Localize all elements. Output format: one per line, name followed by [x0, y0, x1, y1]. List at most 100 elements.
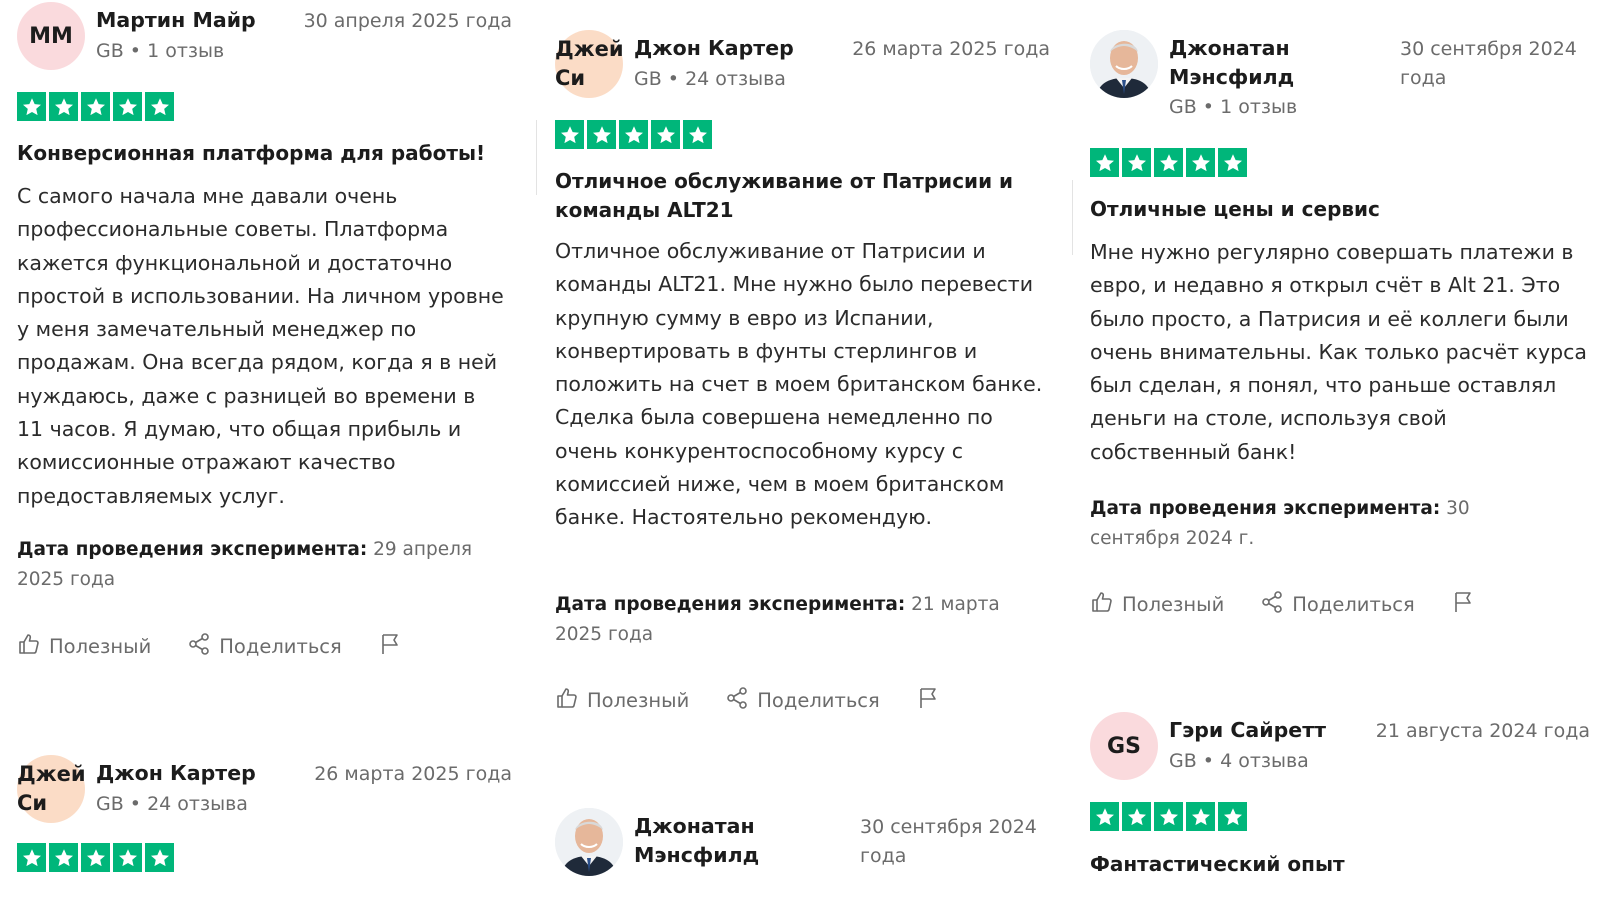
avatar-photo: [1090, 30, 1158, 98]
star-rating: [555, 120, 712, 149]
star-icon: [1090, 802, 1119, 831]
review-actions: Полезный Поделиться: [555, 686, 940, 715]
star-icon: [1090, 148, 1119, 177]
experience-date: Дата проведения эксперимента: 29 апреля …: [17, 535, 487, 595]
star-icon: [1186, 802, 1215, 831]
helpful-button[interactable]: Полезный: [555, 686, 689, 715]
share-button[interactable]: Поделиться: [187, 632, 342, 661]
reviewer-name[interactable]: Джонатан Мэнсфилд: [1169, 34, 1349, 92]
thumbs-up-icon: [17, 632, 41, 661]
review-title[interactable]: Отличные цены и сервис: [1090, 195, 1380, 224]
experience-date-label: Дата проведения эксперимента:: [17, 539, 368, 560]
experience-date: Дата проведения эксперимента: 21 марта 2…: [555, 590, 1045, 650]
column-divider: [1072, 180, 1073, 255]
thumbs-up-icon: [555, 686, 579, 715]
star-icon: [17, 843, 46, 872]
share-button[interactable]: Поделиться: [725, 686, 880, 715]
avatar[interactable]: GS: [1090, 712, 1158, 780]
star-icon: [1122, 148, 1151, 177]
review-date: 30 апреля 2025 года: [303, 10, 512, 32]
reviewer-meta: GB • 4 отзыва: [1169, 750, 1309, 772]
reviewer-meta: GB • 1 отзыв: [96, 40, 225, 62]
review-count: 24 отзыва: [685, 68, 786, 90]
star-rating: [1090, 148, 1247, 177]
star-icon: [683, 120, 712, 149]
review-count: 1 отзыв: [147, 40, 225, 62]
share-icon: [187, 632, 211, 661]
reviewer-name[interactable]: Джонатан Мэнсфилд: [634, 812, 834, 870]
star-icon: [145, 92, 174, 121]
review-date: 21 августа 2024 года: [1375, 720, 1590, 742]
star-icon: [17, 92, 46, 121]
review-date: 26 марта 2025 года: [314, 763, 512, 785]
avatar-initials: GS: [1107, 733, 1141, 759]
review-count: 24 отзыва: [147, 793, 248, 815]
avatar-initials: ММ: [29, 23, 73, 49]
helpful-button[interactable]: Полезный: [1090, 590, 1224, 619]
star-rating: [17, 92, 174, 121]
share-icon: [725, 686, 749, 715]
star-icon: [1122, 802, 1151, 831]
reviewer-country: GB: [634, 68, 662, 90]
star-icon: [81, 92, 110, 121]
review-date: 30 сентября 2024 года: [860, 816, 1037, 867]
share-label: Поделиться: [757, 689, 880, 712]
reviewer-name[interactable]: Джон Картер: [96, 759, 256, 788]
reviewer-meta: GB • 1 отзыв: [1169, 96, 1298, 118]
share-button[interactable]: Поделиться: [1260, 590, 1415, 619]
review-date: 30 сентября 2024 года: [1400, 38, 1577, 89]
flag-icon: [916, 686, 940, 715]
report-button[interactable]: [1451, 590, 1475, 619]
flag-icon: [378, 632, 402, 661]
star-icon: [49, 843, 78, 872]
review-count: 1 отзыв: [1220, 96, 1298, 118]
reviewer-meta: GB • 24 отзыва: [96, 793, 248, 815]
avatar-initials: Джей Си: [17, 762, 86, 815]
star-rating: [1090, 802, 1247, 831]
share-label: Поделиться: [219, 635, 342, 658]
helpful-button[interactable]: Полезный: [17, 632, 151, 661]
reviewer-meta: GB • 24 отзыва: [634, 68, 786, 90]
avatar[interactable]: ММ: [17, 2, 85, 70]
reviewer-name[interactable]: Гэри Сайретт: [1169, 716, 1326, 745]
star-icon: [1154, 148, 1183, 177]
report-button[interactable]: [378, 632, 402, 661]
reviewer-name[interactable]: Мартин Майр: [96, 6, 256, 35]
share-icon: [1260, 590, 1284, 619]
review-body: С самого начала мне давали очень професс…: [17, 184, 504, 508]
review-count: 4 отзыва: [1220, 750, 1309, 772]
review-actions: Полезный Поделиться: [1090, 590, 1475, 619]
review-date: 26 марта 2025 года: [852, 38, 1050, 60]
star-icon: [587, 120, 616, 149]
review-actions: Полезный Поделиться: [17, 632, 402, 661]
thumbs-up-icon: [1090, 590, 1114, 619]
star-icon: [651, 120, 680, 149]
star-icon: [49, 92, 78, 121]
reviewer-country: GB: [96, 40, 124, 62]
star-icon: [619, 120, 648, 149]
share-label: Поделиться: [1292, 593, 1415, 616]
star-icon: [1218, 802, 1247, 831]
star-icon: [113, 92, 142, 121]
reviewer-country: GB: [1169, 96, 1197, 118]
reviewer-country: GB: [96, 793, 124, 815]
avatar-photo: [555, 808, 623, 876]
report-button[interactable]: [916, 686, 940, 715]
review-title[interactable]: Отличное обслуживание от Патрисии и кома…: [555, 167, 1025, 225]
review-body: Мне нужно регулярно совершать платежи в …: [1090, 240, 1587, 464]
star-icon: [81, 843, 110, 872]
avatar[interactable]: [555, 808, 623, 876]
experience-date-label: Дата проведения эксперимента:: [555, 594, 906, 615]
avatar[interactable]: Джей Си: [17, 755, 86, 823]
avatar[interactable]: [1090, 30, 1158, 98]
review-title[interactable]: Конверсионная платформа для работы!: [17, 139, 485, 168]
star-rating: [17, 843, 174, 872]
review-title[interactable]: Фантастический опыт: [1090, 850, 1345, 879]
star-icon: [1218, 148, 1247, 177]
review-body: Отличное обслуживание от Патрисии и кома…: [555, 239, 1043, 530]
avatar[interactable]: Джей Си: [555, 30, 624, 98]
column-divider: [536, 120, 537, 195]
reviewer-name[interactable]: Джон Картер: [634, 34, 794, 63]
experience-date: Дата проведения эксперимента: 30 сентябр…: [1090, 494, 1560, 554]
helpful-label: Полезный: [1122, 593, 1225, 616]
